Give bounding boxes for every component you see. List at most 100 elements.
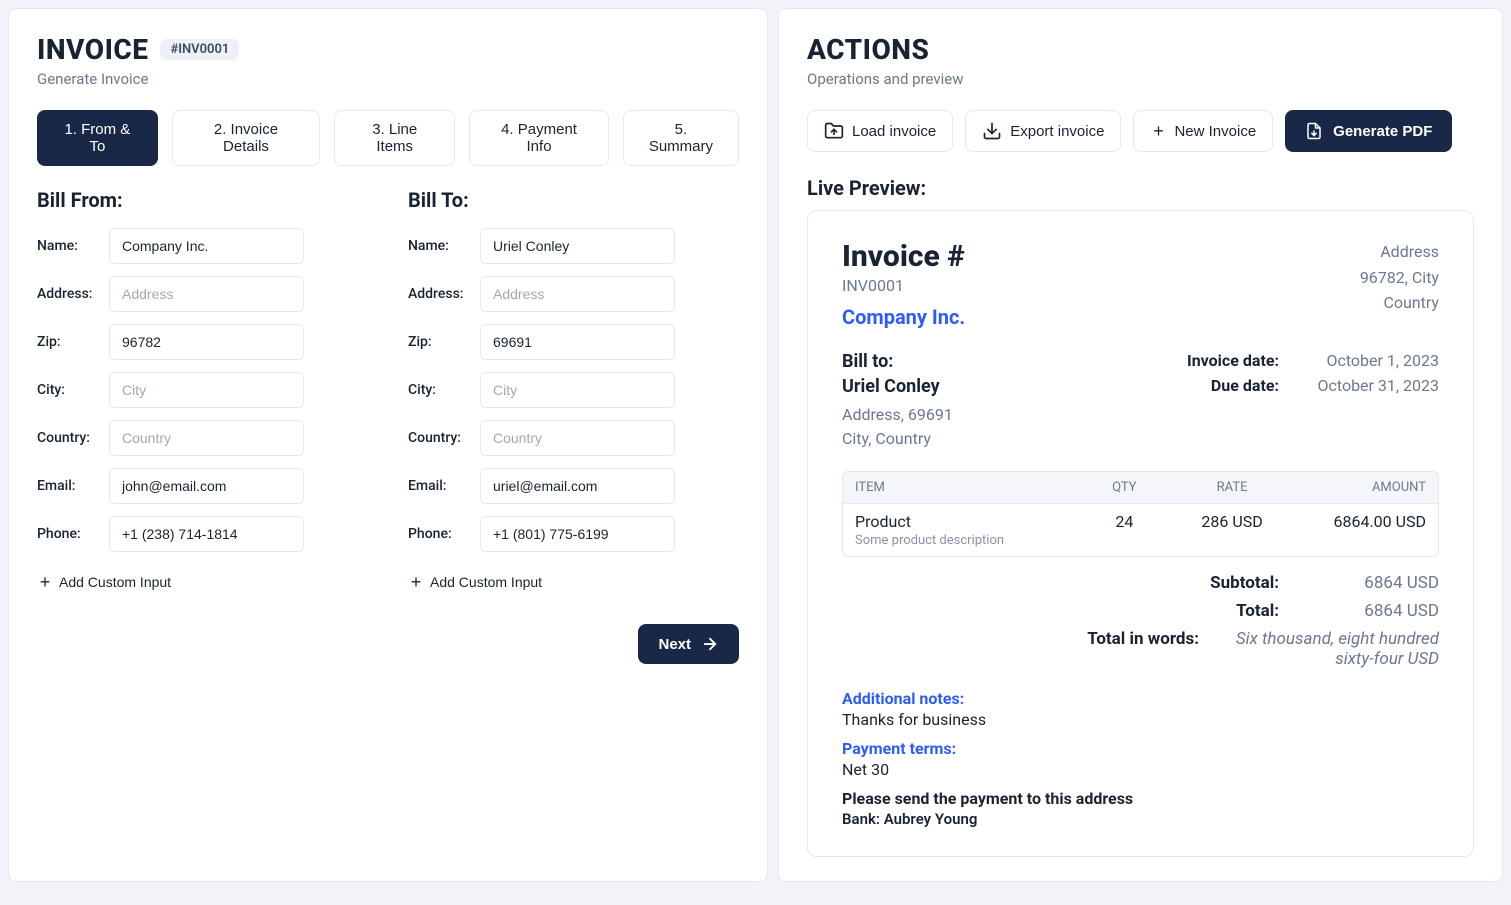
actions-subtitle: Operations and preview — [807, 70, 1474, 88]
to-add-custom-button[interactable]: + Add Custom Input — [408, 570, 542, 594]
preview-from-line1: Address — [1360, 239, 1439, 265]
from-zip-input[interactable] — [109, 324, 304, 360]
preview-items-table: ITEM QTY RATE AMOUNT Product Some produc… — [842, 471, 1439, 557]
from-email-label: Email: — [37, 478, 99, 494]
generate-pdf-button[interactable]: Generate PDF — [1285, 110, 1452, 152]
from-city-input[interactable] — [109, 372, 304, 408]
export-invoice-label: Export invoice — [1010, 123, 1104, 140]
live-preview: Invoice # INV0001 Company Inc. Address 9… — [807, 210, 1474, 857]
invoice-title: INVOICE — [37, 33, 148, 66]
plus-icon: + — [37, 574, 53, 590]
next-button[interactable]: Next — [638, 624, 739, 664]
preview-due-date: October 31, 2023 — [1299, 376, 1439, 395]
load-invoice-label: Load invoice — [852, 123, 936, 140]
to-country-input[interactable] — [480, 420, 675, 456]
from-country-label: Country: — [37, 430, 99, 446]
to-address-input[interactable] — [480, 276, 675, 312]
table-row: Product Some product description 24 286 … — [843, 504, 1438, 556]
step-tabs: 1. From & To 2. Invoice Details 3. Line … — [37, 110, 739, 166]
preview-billto-name: Uriel Conley — [842, 376, 953, 397]
subtotal-label: Subtotal: — [1210, 573, 1279, 593]
total-words-value: Six thousand, eight hundred sixty-four U… — [1219, 629, 1439, 669]
plus-icon: + — [1150, 123, 1166, 139]
actions-title: ACTIONS — [807, 33, 1474, 66]
from-address-input[interactable] — [109, 276, 304, 312]
from-country-input[interactable] — [109, 420, 304, 456]
preview-invoice-number: INV0001 — [842, 276, 965, 295]
preview-company: Company Inc. — [842, 305, 965, 329]
load-invoice-button[interactable]: Load invoice — [807, 110, 953, 152]
from-phone-input[interactable] — [109, 516, 304, 552]
plus-icon: + — [408, 574, 424, 590]
tab-summary[interactable]: 5. Summary — [623, 110, 739, 166]
terms-heading: Payment terms: — [842, 739, 1439, 758]
preview-billto-addr2: City, Country — [842, 427, 953, 451]
from-name-input[interactable] — [109, 228, 304, 264]
payment-addr-bank: Bank: Aubrey Young — [842, 810, 1439, 828]
item-name: Product — [855, 512, 1070, 531]
from-phone-label: Phone: — [37, 526, 99, 542]
generate-pdf-label: Generate PDF — [1333, 123, 1432, 140]
from-add-custom-button[interactable]: + Add Custom Input — [37, 570, 171, 594]
item-qty: 24 — [1070, 512, 1178, 531]
to-email-label: Email: — [408, 478, 470, 494]
bill-from-heading: Bill From: — [37, 188, 368, 212]
preview-from-address: Address 96782, City Country — [1360, 239, 1439, 316]
preview-from-line2: 96782, City — [1360, 265, 1439, 291]
from-email-input[interactable] — [109, 468, 304, 504]
from-zip-label: Zip: — [37, 334, 99, 350]
col-amount-header: AMOUNT — [1286, 480, 1426, 495]
subtotal-value: 6864 USD — [1299, 573, 1439, 593]
upload-folder-icon — [824, 121, 844, 141]
file-export-icon — [1305, 122, 1323, 140]
invoice-panel: INVOICE #INV0001 Generate Invoice 1. Fro… — [8, 8, 768, 882]
to-name-input[interactable] — [480, 228, 675, 264]
bill-to-section: Bill To: Name: Address: Zip: City: — [408, 188, 739, 594]
download-icon — [982, 121, 1002, 141]
bill-from-section: Bill From: Name: Address: Zip: City: — [37, 188, 368, 594]
tab-invoice-details[interactable]: 2. Invoice Details — [172, 110, 320, 166]
preview-invoice-date: October 1, 2023 — [1299, 351, 1439, 370]
total-value: 6864 USD — [1299, 601, 1439, 621]
tab-line-items[interactable]: 3. Line Items — [334, 110, 455, 166]
to-email-input[interactable] — [480, 468, 675, 504]
notes-text: Thanks for business — [842, 710, 1439, 729]
arrow-right-icon — [701, 635, 719, 653]
from-add-custom-label: Add Custom Input — [59, 574, 171, 590]
to-address-label: Address: — [408, 286, 470, 302]
total-label: Total: — [1236, 601, 1279, 621]
invoice-subtitle: Generate Invoice — [37, 70, 739, 88]
new-invoice-button[interactable]: + New Invoice — [1133, 110, 1273, 152]
export-invoice-button[interactable]: Export invoice — [965, 110, 1121, 152]
preview-invoice-date-label: Invoice date: — [1187, 351, 1279, 370]
item-desc: Some product description — [855, 533, 1070, 548]
preview-from-line3: Country — [1360, 290, 1439, 316]
to-city-label: City: — [408, 382, 470, 398]
to-name-label: Name: — [408, 238, 470, 254]
to-country-label: Country: — [408, 430, 470, 446]
live-preview-heading: Live Preview: — [807, 176, 1474, 200]
new-invoice-label: New Invoice — [1174, 123, 1256, 140]
next-button-label: Next — [658, 636, 691, 653]
invoice-badge: #INV0001 — [160, 39, 239, 60]
from-address-label: Address: — [37, 286, 99, 302]
terms-text: Net 30 — [842, 760, 1439, 779]
to-city-input[interactable] — [480, 372, 675, 408]
to-phone-input[interactable] — [480, 516, 675, 552]
notes-heading: Additional notes: — [842, 689, 1439, 708]
from-name-label: Name: — [37, 238, 99, 254]
from-city-label: City: — [37, 382, 99, 398]
to-add-custom-label: Add Custom Input — [430, 574, 542, 590]
tab-from-to[interactable]: 1. From & To — [37, 110, 158, 166]
item-rate: 286 USD — [1178, 512, 1286, 531]
item-amount: 6864.00 USD — [1286, 512, 1426, 531]
to-zip-input[interactable] — [480, 324, 675, 360]
col-qty-header: QTY — [1070, 480, 1178, 495]
tab-payment-info[interactable]: 4. Payment Info — [469, 110, 609, 166]
to-phone-label: Phone: — [408, 526, 470, 542]
to-zip-label: Zip: — [408, 334, 470, 350]
preview-due-date-label: Due date: — [1211, 376, 1279, 395]
total-words-label: Total in words: — [1087, 629, 1199, 669]
col-rate-header: RATE — [1178, 480, 1286, 495]
preview-billto-addr1: Address, 69691 — [842, 403, 953, 427]
